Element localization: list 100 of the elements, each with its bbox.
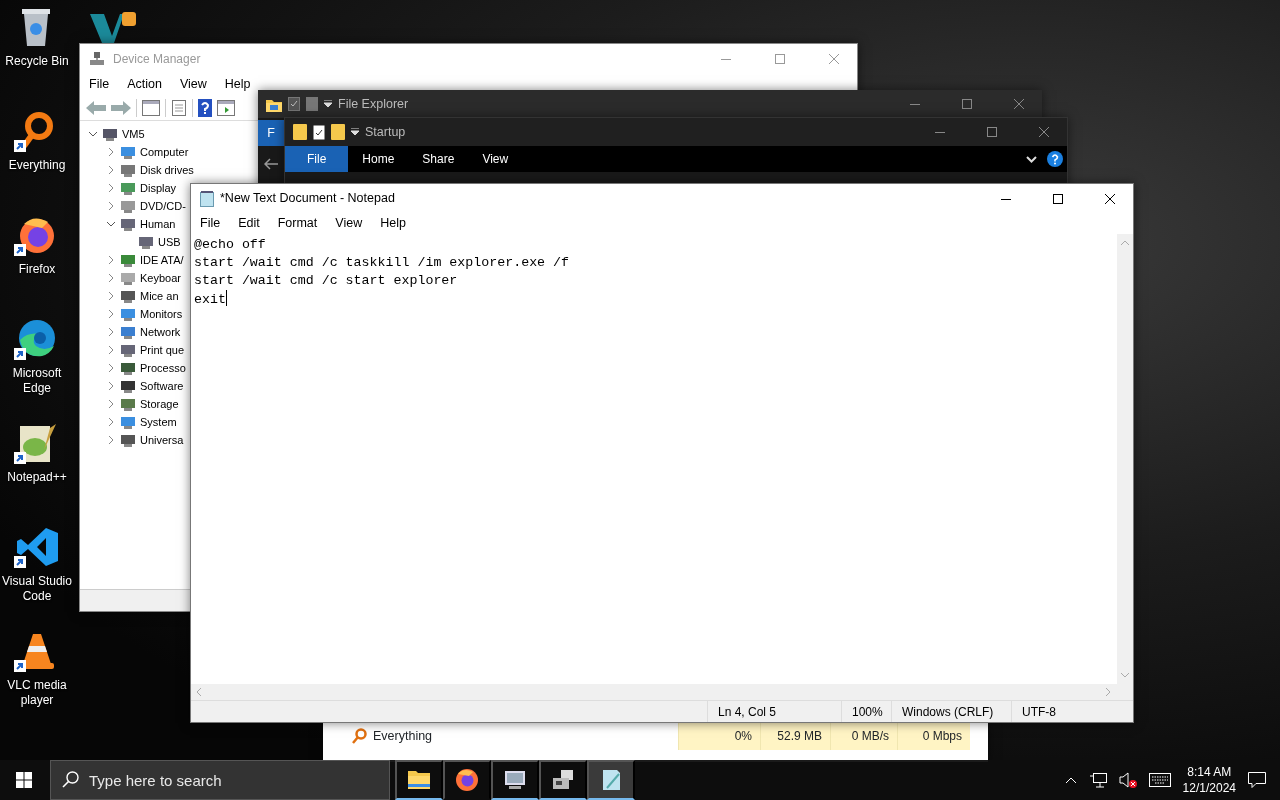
menu-item[interactable]: View (170, 75, 216, 94)
desktop-icon-label[interactable]: Firefox (18, 262, 56, 277)
tree-item[interactable]: Universa (140, 431, 184, 449)
chip-icon (120, 252, 136, 268)
process-name: Everything (373, 727, 433, 745)
taskbar-app-button[interactable] (443, 760, 491, 800)
tree-item[interactable]: Print que (140, 341, 185, 359)
processor-icon (120, 360, 136, 376)
status-text: UTF-8 (1022, 703, 1056, 721)
tree-item[interactable]: Monitors (140, 305, 183, 323)
menu-item[interactable]: View (326, 214, 372, 233)
menu-item[interactable]: Action (118, 75, 171, 94)
ribbon-tab[interactable]: Home (348, 146, 409, 172)
code-editor-icon[interactable] (14, 526, 60, 568)
chevron-right-icon[interactable] (107, 328, 115, 336)
speaker-muted-icon[interactable] (1118, 772, 1137, 788)
menu-item[interactable]: File (80, 75, 119, 94)
desktop-icon-label[interactable]: Visual Studio Code (0, 574, 74, 604)
chevron-right-icon[interactable] (107, 418, 115, 426)
menu-item[interactable]: Edit (229, 214, 269, 233)
chevron-right-icon[interactable] (107, 292, 115, 300)
tree-item[interactable]: Software (140, 377, 184, 395)
menu-item[interactable]: Format (268, 214, 327, 233)
window-icon[interactable] (217, 99, 235, 116)
window-title: Device Manager (113, 51, 201, 68)
magnifier-icon (351, 728, 367, 744)
taskbar-app-button[interactable] (491, 760, 539, 800)
desktop-icon-label[interactable]: Recycle Bin (5, 54, 69, 69)
help-icon[interactable] (1047, 151, 1063, 167)
ribbon-tab[interactable]: View (468, 146, 523, 172)
tree-item[interactable]: IDE ATA/ (140, 251, 184, 269)
checkbox-icon[interactable] (288, 97, 300, 111)
desktop-icon-label[interactable]: Notepad++ (7, 470, 67, 485)
chevron-right-icon[interactable] (107, 166, 115, 174)
tree-item[interactable]: Keyboar (140, 269, 181, 287)
maximize-icon[interactable] (1053, 193, 1063, 204)
menu-item[interactable]: File (191, 214, 230, 233)
tree-item[interactable]: System (140, 413, 177, 431)
chevron-right-icon[interactable] (107, 436, 115, 444)
checklist-icon[interactable] (313, 124, 325, 140)
table-cell: 0% (678, 722, 760, 750)
chevron-right-icon[interactable] (107, 400, 115, 408)
folder-icon (293, 124, 307, 140)
tree-item[interactable]: USB (158, 233, 181, 251)
folder-icon (407, 768, 431, 792)
tree-item[interactable]: Mice an (140, 287, 179, 305)
chevron-right-icon[interactable] (107, 310, 115, 318)
search-field[interactable]: Type here to search (50, 760, 390, 800)
tree-item[interactable]: Processo (140, 359, 186, 377)
chevron-right-icon[interactable] (107, 382, 115, 390)
app-logo-icon[interactable] (88, 10, 136, 43)
code-line: exit (194, 292, 226, 307)
help-icon[interactable] (198, 98, 212, 117)
dropdown-icon[interactable] (351, 128, 359, 136)
chevron-right-icon[interactable] (107, 274, 115, 282)
chevron-right-icon[interactable] (107, 346, 115, 354)
menu-item[interactable]: Help (215, 75, 260, 94)
tree-item[interactable]: VM5 (122, 125, 145, 143)
browser-icon (455, 768, 479, 792)
chevron-right-icon[interactable] (107, 184, 115, 192)
desktop-icon-label[interactable]: VLC media player (0, 678, 74, 708)
chevron-down-icon[interactable] (107, 220, 115, 228)
taskbar-app-button[interactable] (587, 760, 635, 800)
close-icon[interactable] (1105, 193, 1115, 204)
chevron-right-icon[interactable] (107, 256, 115, 264)
ribbon-tab[interactable]: Share (408, 146, 469, 172)
clock-time[interactable]: 8:14 AM (1187, 764, 1232, 780)
notification-icon[interactable] (1248, 772, 1266, 788)
chevron-down-icon[interactable] (89, 130, 97, 138)
status-text: Windows (CRLF) (902, 703, 994, 721)
desktop-icon-label[interactable]: Everything (8, 158, 66, 173)
computer-icon (102, 126, 118, 142)
tree-item[interactable]: Computer (140, 143, 189, 161)
network-icon[interactable] (1088, 772, 1107, 788)
chevron-right-icon[interactable] (107, 148, 115, 156)
menu-item[interactable]: Help (371, 214, 415, 233)
tree-item[interactable]: Network (140, 323, 181, 341)
windows-logo-icon[interactable] (16, 772, 32, 788)
ribbon-tab[interactable]: File (285, 146, 349, 172)
chevron-right-icon[interactable] (107, 364, 115, 372)
dropdown-icon[interactable] (324, 100, 332, 108)
chevron-up-icon[interactable] (1064, 776, 1077, 784)
window-title: Startup (365, 123, 406, 141)
keyboard-icon[interactable] (1148, 773, 1171, 787)
search-icon[interactable] (62, 771, 79, 788)
tree-item[interactable]: Display (140, 179, 177, 197)
clock-date[interactable]: 12/1/2024 (1182, 780, 1236, 796)
folder-icon (120, 414, 136, 430)
ribbon-tab[interactable]: F (258, 120, 284, 146)
chevron-right-icon[interactable] (107, 202, 115, 210)
tree-item[interactable]: Human (140, 215, 176, 233)
desktop-icon-label[interactable]: Microsoft Edge (0, 366, 74, 396)
tree-item[interactable]: Storage (140, 395, 179, 413)
window-icon[interactable] (142, 99, 160, 116)
document-icon[interactable] (171, 99, 187, 116)
back-arrow-icon[interactable] (264, 157, 278, 170)
taskbar-app-button[interactable] (539, 760, 587, 800)
tree-item[interactable]: DVD/CD- (140, 197, 186, 215)
taskbar-app-button[interactable] (395, 760, 443, 800)
tree-item[interactable]: Disk drives (140, 161, 194, 179)
